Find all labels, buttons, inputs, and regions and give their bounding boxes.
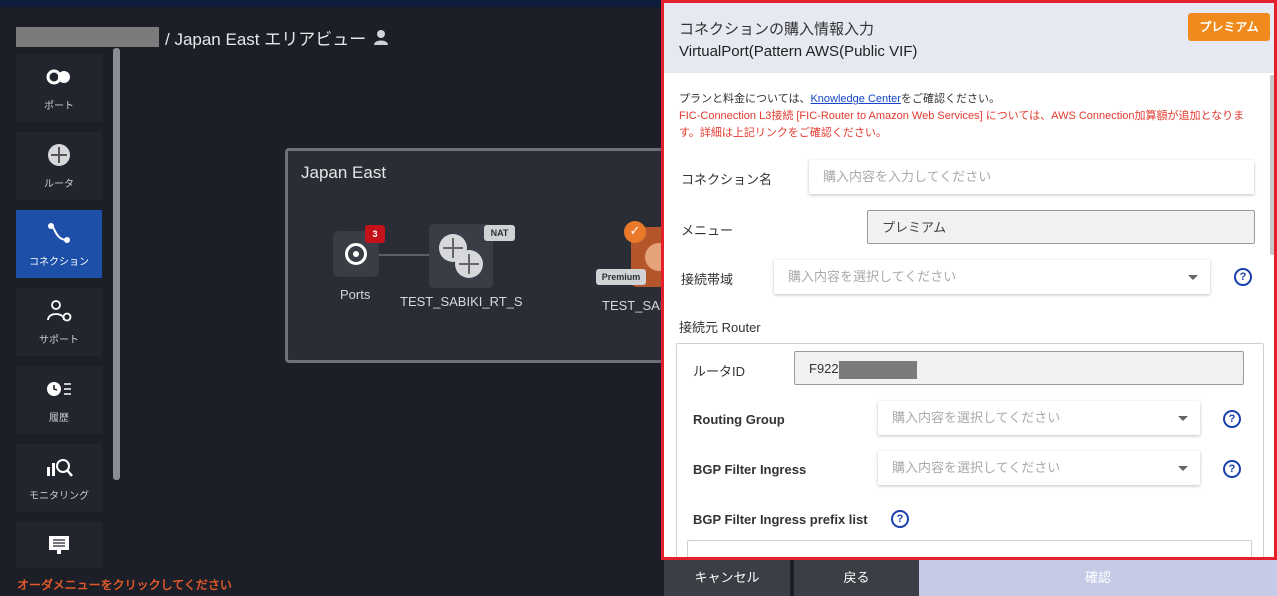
chevron-down-icon (1188, 275, 1198, 280)
panel-scrollbar[interactable] (1270, 75, 1274, 255)
sidebar-item-label: モニタリング (29, 490, 89, 502)
panel-subtitle: VirtualPort(Pattern AWS(Public VIF) (679, 43, 918, 60)
router-id-label: ルータID (693, 364, 746, 379)
panel-header: コネクションの購入情報入力 VirtualPort(Pattern AWS(Pu… (664, 3, 1274, 73)
sidebar-item-history[interactable]: 履歴 (16, 366, 102, 434)
history-icon (47, 381, 71, 396)
help-icon[interactable]: ? (1223, 410, 1241, 428)
chevron-down-icon (1178, 416, 1188, 421)
source-router-label: 接続元 Router (679, 320, 761, 335)
sidebar-item-connection[interactable]: コネクション (16, 210, 102, 278)
person-icon[interactable] (372, 28, 390, 46)
sidebar-scrollbar[interactable] (113, 48, 120, 480)
connection-label: TEST_SAB (602, 298, 669, 313)
bgp-ingress-placeholder: 購入内容を選択してください (892, 460, 1061, 475)
area-map: Japan East 3 NAT Ports TEST_SABIKI_RT_S … (285, 148, 685, 363)
help-icon[interactable]: ? (1223, 460, 1241, 478)
routing-group-label: Routing Group (693, 412, 785, 427)
port-node-icon (345, 243, 367, 265)
area-title: Japan East (301, 163, 387, 182)
cancel-button[interactable]: キャンセル (664, 560, 790, 596)
sidebar-item-port[interactable]: ポート (16, 54, 102, 122)
help-icon[interactable]: ? (1234, 268, 1252, 286)
panel-title: コネクションの購入情報入力 (679, 21, 875, 38)
router-id-value: F922 (809, 361, 839, 376)
bgp-ingress-select[interactable]: 購入内容を選択してください (878, 451, 1200, 485)
pricing-info: プランと料金については、Knowledge Centerをご確認ください。 (679, 90, 1000, 106)
monitor-icon (49, 536, 69, 554)
knowledge-center-link[interactable]: Knowledge Center (810, 93, 901, 105)
pricing-info-prefix: プランと料金については、 (679, 93, 811, 105)
premium-badge: Premium (596, 269, 646, 285)
sidebar-item-label: コネクション (29, 256, 89, 268)
bandwidth-label: 接続帯域 (681, 272, 734, 287)
sidebar-item-support[interactable]: サポート (16, 288, 102, 356)
menu-label: メニュー (681, 223, 734, 238)
monitoring-icon (47, 458, 73, 477)
breadcrumb-area: / Japan East エリアビュー (165, 29, 367, 49)
router-label: TEST_SABIKI_RT_S (400, 294, 523, 309)
redacted-router-id (838, 360, 917, 379)
check-icon: ✓ (624, 221, 646, 243)
sidebar-item-label: ポート (44, 100, 74, 112)
sidebar-item-label: 履歴 (49, 412, 69, 424)
port-icon (46, 69, 70, 84)
confirm-button[interactable]: 確認 (919, 560, 1277, 596)
back-button[interactable]: 戻る (794, 560, 919, 596)
routing-group-select[interactable]: 購入内容を選択してください (878, 401, 1200, 435)
bgp-prefix-field[interactable] (687, 540, 1252, 557)
premium-button[interactable]: プレミアム (1188, 13, 1270, 41)
support-icon (47, 299, 72, 321)
ports-label: Ports (340, 287, 371, 302)
link-line (379, 254, 431, 256)
bgp-ingress-label: BGP Filter Ingress (693, 462, 807, 477)
connection-name-input[interactable]: 購入内容を入力してください (809, 160, 1254, 194)
nat-badge: NAT (484, 225, 515, 241)
pricing-info-suffix: をご確認ください。 (900, 93, 1000, 105)
connection-name-label: コネクション名 (681, 172, 773, 187)
bandwidth-placeholder: 購入内容を選択してください (788, 269, 957, 284)
menu-field: プレミアム (867, 210, 1255, 244)
router-icon (48, 143, 70, 166)
sidebar-item-label: サポート (39, 334, 79, 346)
redacted-project-name (16, 27, 159, 47)
sidebar-item-router[interactable]: ルータ (16, 132, 102, 200)
order-hint: オーダメニューをクリックしてください (17, 578, 232, 592)
breadcrumb: / Japan East エリアビュー (16, 26, 390, 49)
help-icon[interactable]: ? (891, 510, 909, 528)
aws-warning: FIC-Connection L3接続 [FIC-Router to Amazo… (679, 110, 1245, 139)
router-id-field: F922 (794, 351, 1244, 385)
sidebar-item-monitor[interactable] (16, 522, 102, 568)
bandwidth-select[interactable]: 購入内容を選択してください (774, 260, 1210, 294)
connection-icon (48, 222, 70, 243)
bgp-prefix-label: BGP Filter Ingress prefix list (693, 512, 868, 527)
purchase-panel: コネクションの購入情報入力 VirtualPort(Pattern AWS(Pu… (661, 0, 1277, 560)
sidebar-item-label: ルータ (44, 178, 74, 190)
chevron-down-icon (1178, 466, 1188, 471)
ports-count-badge: 3 (365, 225, 385, 243)
routing-group-placeholder: 購入内容を選択してください (892, 410, 1061, 425)
sidebar-item-monitoring[interactable]: モニタリング (16, 444, 102, 512)
